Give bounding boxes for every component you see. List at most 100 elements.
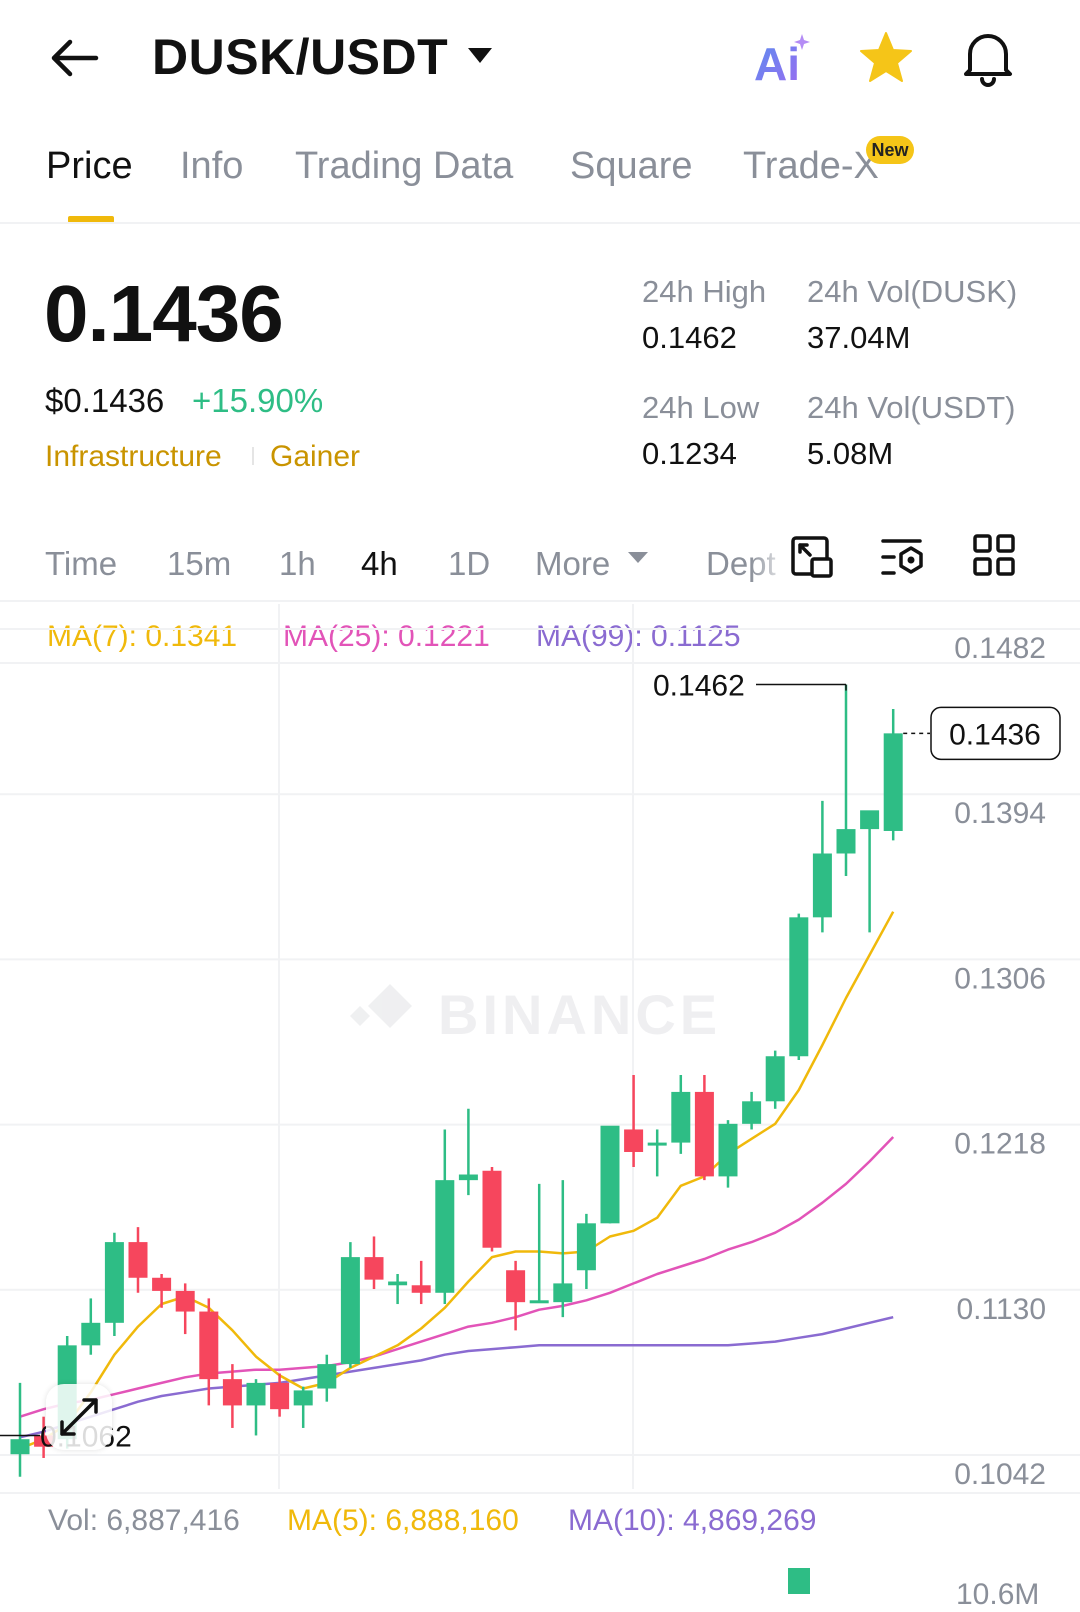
vol-quote-value: 5.08M: [807, 436, 894, 471]
candle-body: [435, 1180, 455, 1293]
candle-body: [506, 1270, 526, 1303]
grid-icon: [973, 534, 1015, 576]
candle-body: [317, 1364, 337, 1389]
candle-body: [104, 1242, 124, 1323]
indicator-settings-button[interactable]: [880, 535, 926, 579]
candle-body: [175, 1290, 195, 1312]
tab-trading-data[interactable]: Trading Data: [295, 145, 513, 188]
candle-body: [600, 1125, 620, 1224]
resize-icon: [791, 536, 833, 578]
indicator-settings-icon: [881, 539, 923, 575]
candle-body: [246, 1382, 266, 1406]
chart-expand-button[interactable]: [790, 535, 834, 579]
candle-body: [553, 1283, 573, 1303]
binance-logo-icon: [350, 984, 412, 1028]
tag-infrastructure[interactable]: Infrastructure: [45, 440, 222, 474]
candle-body: [694, 1091, 714, 1177]
tf-1d[interactable]: 1D: [448, 545, 490, 583]
candle-body: [812, 853, 832, 918]
low-value: 0.1234: [642, 436, 737, 471]
tf-1h[interactable]: 1h: [279, 545, 316, 583]
tab-info[interactable]: Info: [180, 145, 243, 188]
candle-body: [81, 1322, 101, 1346]
ai-button[interactable]: Ai: [752, 32, 816, 90]
expand-icon: [60, 1398, 98, 1436]
candle-body: [388, 1281, 408, 1286]
candle-body: [128, 1242, 148, 1278]
y-axis-label: 0.1482: [954, 632, 1046, 665]
volume-legend: Vol: 6,887,416: [48, 1504, 240, 1537]
divider: [0, 1492, 1080, 1494]
star-icon: [860, 32, 912, 82]
layout-grid-button[interactable]: [972, 533, 1016, 577]
tag-gainer[interactable]: Gainer: [270, 440, 360, 474]
fade-overlay: [750, 540, 790, 584]
candle-body: [836, 829, 856, 854]
caret-down-icon: [468, 48, 492, 63]
candle-body: [293, 1390, 313, 1406]
fiat-price: $0.1436: [45, 382, 165, 419]
tf-more[interactable]: More: [535, 545, 610, 583]
y-axis-label: 0.1218: [954, 1128, 1046, 1161]
vol-quote-label: 24h Vol(USDT): [807, 390, 1016, 425]
y-axis-label: 0.1306: [954, 962, 1046, 995]
candle-body: [671, 1091, 691, 1143]
candle-body: [364, 1257, 384, 1280]
tf-4h[interactable]: 4h: [361, 545, 398, 583]
pair-selector[interactable]: DUSK/USDT: [152, 28, 502, 88]
ma25-line: [19, 1136, 895, 1418]
volume-bar: [788, 1568, 810, 1594]
back-button[interactable]: [46, 34, 102, 82]
candle-body: [647, 1142, 667, 1146]
candle-body: [340, 1257, 360, 1365]
candle-body: [860, 810, 880, 830]
candle-body: [482, 1170, 502, 1248]
candle-body: [458, 1174, 478, 1181]
low-label: 24h Low: [642, 390, 760, 425]
divider: [0, 600, 1080, 602]
favorite-button[interactable]: [858, 30, 914, 86]
alert-button[interactable]: [960, 28, 1016, 88]
fullscreen-button[interactable]: [46, 1384, 112, 1450]
high-value: 0.1462: [642, 320, 737, 355]
y-axis-label: 0.1394: [954, 797, 1046, 830]
new-badge: New: [866, 136, 914, 164]
tf-15m[interactable]: 15m: [167, 545, 231, 583]
more-caret-icon: [628, 552, 648, 563]
candle-body: [624, 1129, 644, 1152]
binance-watermark: BINANCE: [350, 983, 721, 1046]
candle-body: [742, 1101, 762, 1124]
tf-time[interactable]: Time: [45, 545, 117, 583]
candle-body: [789, 917, 809, 1057]
tag-separator: [252, 447, 254, 465]
page-title: DUSK/USDT: [152, 29, 449, 85]
candle-body: [270, 1382, 290, 1410]
tab-square[interactable]: Square: [570, 145, 693, 188]
volume-axis-label: 10.6M: [956, 1578, 1040, 1611]
volume-ma10-legend: MA(10): 4,869,269: [568, 1504, 817, 1537]
tab-trade-x[interactable]: Trade-X: [743, 145, 879, 188]
tab-price[interactable]: Price: [46, 145, 133, 188]
candle-body: [576, 1223, 596, 1271]
high-marker-label: 0.1462: [653, 670, 745, 703]
watermark-text: BINANCE: [438, 983, 721, 1046]
ma99-line: [19, 1315, 894, 1439]
candlestick-chart[interactable]: BINANCE 0.1482 0.1394 0.1306 0.1218 0.1130 0.1…: [0, 604, 1080, 1489]
candle-body: [411, 1285, 431, 1293]
candle-body: [883, 733, 903, 831]
candle-body: [529, 1300, 549, 1304]
volume-ma5-legend: MA(5): 6,888,160: [287, 1504, 519, 1537]
vol-base-value: 37.04M: [807, 320, 911, 355]
candle-body: [152, 1277, 172, 1291]
candle-body: [718, 1123, 738, 1177]
y-axis-label: 0.1042: [954, 1458, 1046, 1489]
candle-body: [199, 1311, 219, 1380]
ai-label: Ai: [754, 38, 800, 86]
vol-base-label: 24h Vol(DUSK): [807, 274, 1018, 309]
candle-body: [10, 1439, 30, 1455]
price-change: +15.90%: [192, 382, 324, 419]
bell-icon: [964, 34, 1012, 87]
y-axis-label: 0.1130: [956, 1293, 1046, 1326]
ai-icon: Ai: [754, 34, 810, 90]
arrow-left-icon: [51, 39, 99, 77]
